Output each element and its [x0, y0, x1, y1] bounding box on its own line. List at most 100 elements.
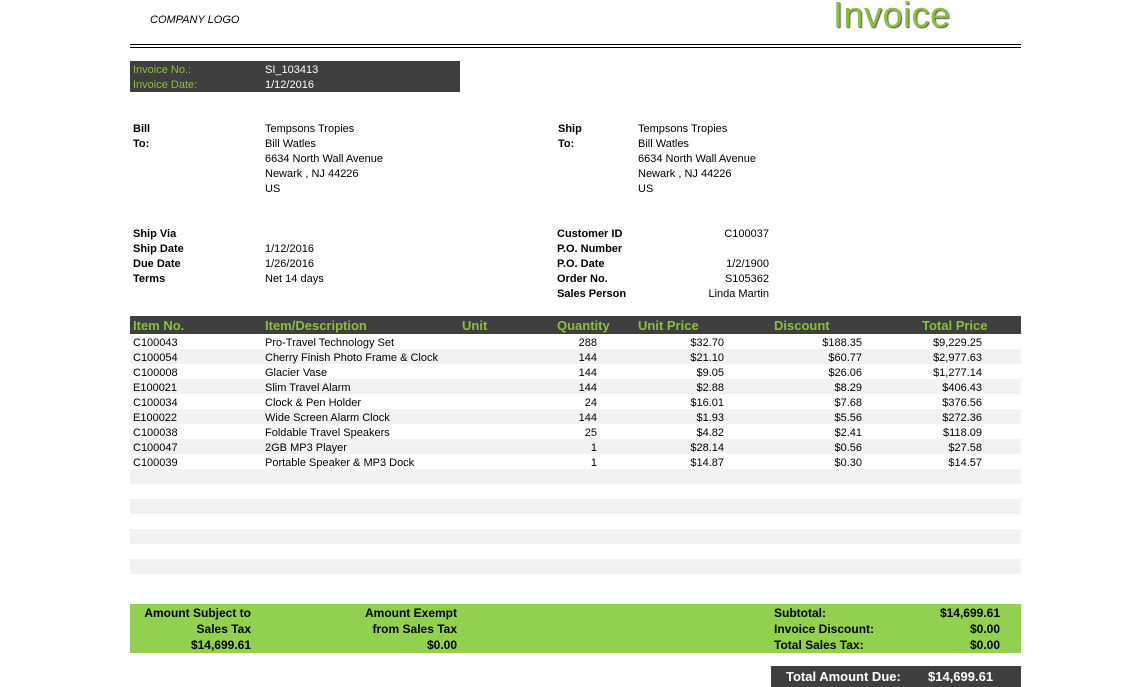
cell-description: Pro-Travel Technology Set: [265, 337, 395, 349]
sales-tax-label: Total Sales Tax:: [774, 638, 864, 652]
header-total-price: Total Price: [922, 318, 988, 333]
cell-unit-price: $16.01: [690, 397, 724, 409]
cell-quantity: 24: [584, 397, 597, 409]
cell-description: Glacier Vase: [265, 367, 328, 379]
ship-to-line: Newark , NJ 44226: [638, 168, 732, 180]
ship-date-value: 1/12/2016: [265, 243, 314, 255]
cell-discount: $5.56: [834, 412, 862, 424]
cell-total-price: $406.43: [942, 382, 982, 394]
cell-total-price: $9,229.25: [933, 337, 982, 349]
cell-item-no: C100008: [133, 367, 178, 379]
cell-description: Foldable Travel Speakers: [265, 427, 390, 439]
cell-discount: $0.56: [834, 442, 862, 454]
due-date-value: 1/26/2016: [265, 258, 314, 270]
cell-total-price: $2,977.63: [933, 352, 982, 364]
cell-quantity: 144: [578, 412, 597, 424]
cell-total-price: $1,277.14: [933, 367, 982, 379]
po-date-label: P.O. Date: [557, 258, 605, 270]
cell-unit-price: $14.87: [690, 457, 724, 469]
subtotal-value: $14,699.61: [939, 606, 1000, 620]
cell-item-no: C100043: [133, 337, 178, 349]
cell-description: 2GB MP3 Player: [265, 442, 347, 454]
summary-bar: [130, 604, 1021, 653]
cell-description: Slim Travel Alarm: [265, 382, 351, 394]
exempt-label-1: Amount Exempt: [364, 606, 457, 620]
bill-to-line: Newark , NJ 44226: [265, 168, 359, 180]
subtotal-label: Subtotal:: [774, 606, 826, 620]
cell-discount: $2.41: [834, 427, 862, 439]
header-divider-bottom: [130, 47, 1021, 48]
cell-item-no: C100047: [133, 442, 178, 454]
header-discount: Discount: [774, 318, 830, 333]
cell-item-no: C100039: [133, 457, 178, 469]
row-band: [130, 529, 1021, 544]
exempt-amount: $0.00: [426, 638, 457, 652]
cell-unit-price: $2.88: [696, 382, 724, 394]
invoice-discount-label: Invoice Discount:: [774, 622, 875, 636]
cell-quantity: 144: [578, 367, 597, 379]
taxable-amount: $14,699.61: [190, 638, 251, 652]
cell-total-price: $272.36: [942, 412, 982, 424]
bill-to-line: US: [265, 183, 281, 195]
cell-description: Wide Screen Alarm Clock: [265, 412, 390, 424]
customer-id-value: C100037: [724, 228, 769, 240]
cell-quantity: 144: [578, 382, 597, 394]
ship-to-line: Bill Watles: [638, 138, 689, 150]
invoice-no-label: Invoice No.:: [133, 64, 192, 76]
bill-to-line: 6634 North Wall Avenue: [265, 153, 384, 165]
cell-total-price: $27.58: [948, 442, 982, 454]
cell-item-no: E100021: [133, 382, 178, 394]
bill-to-line: Tempsons Tropies: [265, 123, 355, 135]
row-band: [130, 559, 1021, 574]
bill-to-label-1: Bill: [133, 123, 151, 135]
cell-discount: $188.35: [822, 337, 862, 349]
cell-unit-price: $1.93: [696, 412, 724, 424]
header-item-no: Item No.: [133, 318, 185, 333]
terms-value: Net 14 days: [265, 273, 324, 285]
cell-quantity: 25: [584, 427, 597, 439]
cell-discount: $0.30: [834, 457, 862, 469]
cell-quantity: 288: [578, 337, 597, 349]
po-date-value: 1/2/1900: [726, 258, 769, 270]
ship-to-line: Tempsons Tropies: [638, 123, 728, 135]
row-band: [130, 469, 1021, 484]
cell-total-price: $376.56: [942, 397, 982, 409]
total-due-value: $14,699.61: [928, 669, 994, 684]
exempt-label-2: from Sales Tax: [372, 622, 457, 636]
due-date-label: Due Date: [133, 258, 181, 270]
cell-total-price: $14.57: [948, 457, 982, 469]
page-title: Invoice: [833, 0, 951, 35]
customer-id-label: Customer ID: [557, 228, 623, 240]
cell-discount: $26.06: [828, 367, 862, 379]
cell-unit-price: $9.05: [696, 367, 724, 379]
cell-unit-price: $21.10: [690, 352, 724, 364]
invoice-discount-value: $0.00: [969, 622, 1000, 636]
taxable-label-1: Amount Subject to: [144, 606, 251, 620]
ship-date-label: Ship Date: [133, 243, 184, 255]
sales-tax-value: $0.00: [969, 638, 1000, 652]
taxable-label-2: Sales Tax: [196, 622, 251, 636]
total-due-label: Total Amount Due:: [786, 669, 901, 684]
order-no-value: S105362: [724, 273, 769, 285]
invoice-no-value: SI_103413: [265, 64, 319, 76]
cell-item-no: E100022: [133, 412, 178, 424]
header-unit: Unit: [462, 318, 488, 333]
order-no-label: Order No.: [557, 273, 608, 285]
po-number-label: P.O. Number: [557, 243, 623, 255]
sales-person-value: Linda Martin: [708, 288, 769, 300]
cell-item-no: C100054: [133, 352, 178, 364]
bill-to-line: Bill Watles: [265, 138, 316, 150]
cell-unit-price: $28.14: [690, 442, 724, 454]
cell-item-no: C100038: [133, 427, 178, 439]
cell-unit-price: $32.70: [690, 337, 724, 349]
cell-unit-price: $4.82: [696, 427, 724, 439]
cell-total-price: $118.09: [943, 427, 982, 439]
invoice-date-label: Invoice Date:: [133, 79, 198, 91]
cell-discount: $60.77: [828, 352, 862, 364]
cell-description: Clock & Pen Holder: [265, 397, 361, 409]
cell-description: Cherry Finish Photo Frame & Clock: [265, 352, 438, 364]
terms-label: Terms: [133, 273, 166, 285]
row-band: [130, 499, 1021, 514]
cell-quantity: 144: [578, 352, 597, 364]
cell-quantity: 1: [590, 457, 597, 469]
